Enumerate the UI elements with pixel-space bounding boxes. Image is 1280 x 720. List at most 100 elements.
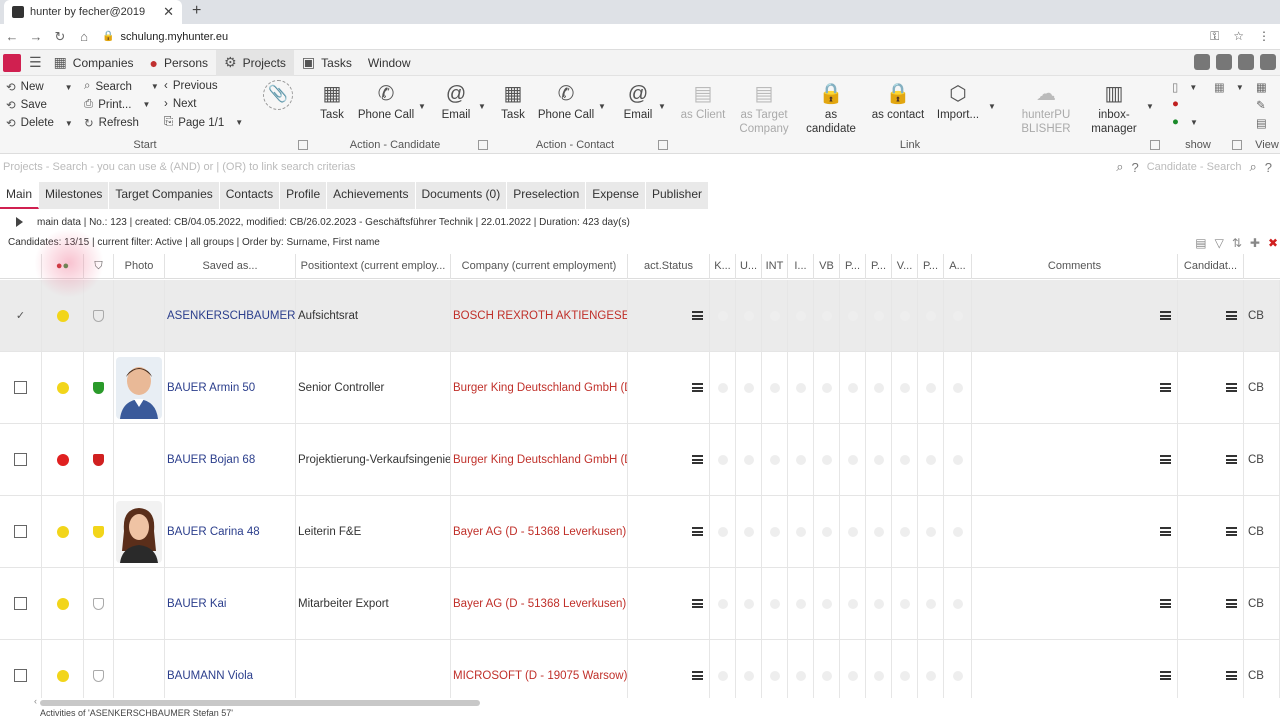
candidate-status-cell[interactable] (1178, 424, 1244, 495)
show-item-2[interactable]: ● (1172, 98, 1179, 110)
tab-publisher[interactable]: Publisher (646, 182, 709, 209)
link-group-expand[interactable] (1150, 140, 1160, 150)
key-icon[interactable]: ⚿ (1210, 29, 1219, 44)
milestone-cell[interactable] (814, 424, 840, 495)
header-k[interactable]: K... (710, 254, 736, 279)
milestone-cell[interactable] (736, 568, 762, 639)
candidate-name[interactable]: ASENKERSCHBAUMER Ste (165, 280, 296, 351)
candidate-phone-dropdown[interactable]: ▼ (418, 102, 426, 111)
sort-icon[interactable]: ⇅ (1232, 236, 1242, 250)
menu-projects[interactable]: ⚙ Projects (216, 49, 294, 76)
next-button[interactable]: › Next (164, 98, 197, 110)
menu-lines-icon[interactable] (692, 311, 703, 320)
expand-triangle-icon[interactable] (16, 217, 23, 227)
company-text[interactable]: Burger King Deutschland GmbH (D - (451, 352, 628, 423)
as-contact-button[interactable]: 🔒 as contact (868, 80, 928, 122)
milestone-cell[interactable] (866, 280, 892, 351)
menu-lines-icon[interactable] (1226, 527, 1237, 536)
company-text[interactable]: Bayer AG (D - 51368 Leverkusen) (451, 496, 628, 567)
header-p3[interactable]: P... (918, 254, 944, 279)
candidate-search-input[interactable]: Candidate - Search (1147, 161, 1242, 173)
milestone-cell[interactable] (788, 568, 814, 639)
menu-lines-icon[interactable] (692, 527, 703, 536)
milestone-cell[interactable] (892, 424, 918, 495)
company-text[interactable]: Bayer AG (D - 51368 Leverkusen) (451, 568, 628, 639)
action-contact-expand[interactable] (658, 140, 668, 150)
act-status-cell[interactable] (628, 640, 710, 698)
attach-button[interactable]: 📎 (260, 80, 296, 110)
milestone-cell[interactable] (944, 352, 972, 423)
milestone-cell[interactable] (918, 280, 944, 351)
candidate-name[interactable]: BAUER Kai (165, 568, 296, 639)
previous-button[interactable]: ‹ Previous (164, 80, 218, 92)
comments-cell[interactable] (972, 280, 1178, 351)
tab-main[interactable]: Main (0, 182, 40, 209)
milestone-cell[interactable] (762, 640, 788, 698)
row-checkbox[interactable] (14, 597, 27, 610)
add-icon[interactable]: ✚ (1250, 236, 1260, 250)
horizontal-scrollbar[interactable]: ‹ (0, 696, 1280, 708)
home-icon[interactable]: ⌂ (72, 29, 96, 44)
milestone-cell[interactable] (736, 640, 762, 698)
milestone-cell[interactable] (840, 424, 866, 495)
comments-cell[interactable] (972, 640, 1178, 698)
act-status-cell[interactable] (628, 496, 710, 567)
menu-lines-icon[interactable] (1160, 383, 1171, 392)
company-text[interactable]: BOSCH REXROTH AKTIENGESELLSCH (451, 280, 628, 351)
settings-icon[interactable] (1238, 54, 1254, 70)
start-group-expand[interactable] (298, 140, 308, 150)
select-cell[interactable] (0, 496, 42, 567)
scroll-thumb[interactable] (40, 700, 480, 706)
header-shield[interactable]: ⛉ (84, 254, 114, 279)
as-client-button[interactable]: ▤ as Client (678, 80, 728, 122)
milestone-cell[interactable] (814, 568, 840, 639)
tab-milestones[interactable]: Milestones (39, 182, 110, 209)
act-status-cell[interactable] (628, 424, 710, 495)
milestone-cell[interactable] (840, 280, 866, 351)
comments-cell[interactable] (972, 568, 1178, 639)
milestone-cell[interactable] (762, 424, 788, 495)
header-i[interactable]: I... (788, 254, 814, 279)
select-cell[interactable] (0, 352, 42, 423)
milestone-cell[interactable] (866, 496, 892, 567)
contact-email-dropdown[interactable]: ▼ (658, 102, 666, 111)
milestone-cell[interactable] (710, 424, 736, 495)
menu-window[interactable]: Window (360, 50, 419, 76)
candidate-status-cell[interactable] (1178, 496, 1244, 567)
milestone-cell[interactable] (788, 640, 814, 698)
header-a[interactable]: A... (944, 254, 972, 279)
row-checkbox[interactable] (14, 381, 27, 394)
show-item-1[interactable]: ▯ ▼ (1172, 80, 1197, 94)
milestone-cell[interactable] (814, 640, 840, 698)
project-search-input[interactable]: Projects - Search - you can use & (AND) … (0, 161, 1116, 173)
header-company[interactable]: Company (current employment) (451, 254, 628, 279)
refresh-button[interactable]: ↻ Refresh (84, 116, 139, 130)
header-position[interactable]: Positiontext (current employ... (296, 254, 451, 279)
comments-cell[interactable] (972, 424, 1178, 495)
milestone-cell[interactable] (814, 496, 840, 567)
menu-lines-icon[interactable] (1160, 527, 1171, 536)
menu-toggle-icon[interactable]: ☰ (29, 54, 42, 71)
menu-persons[interactable]: ● Persons (142, 50, 217, 76)
table-row[interactable]: BAUER Armin 50 Senior Controller Burger Ki… (0, 352, 1280, 424)
milestone-cell[interactable] (866, 352, 892, 423)
milestone-cell[interactable] (866, 568, 892, 639)
menu-lines-icon[interactable] (692, 455, 703, 464)
milestone-cell[interactable] (866, 640, 892, 698)
header-int[interactable]: INT (762, 254, 788, 279)
help-icon[interactable]: ? (1131, 160, 1138, 175)
milestone-cell[interactable] (762, 280, 788, 351)
inbox-dropdown[interactable]: ▼ (1146, 102, 1154, 111)
milestone-cell[interactable] (788, 496, 814, 567)
milestone-cell[interactable] (918, 496, 944, 567)
header-status-dot[interactable]: ●● (42, 254, 84, 279)
help-icon[interactable] (1216, 54, 1232, 70)
milestone-cell[interactable] (892, 568, 918, 639)
milestone-cell[interactable] (710, 280, 736, 351)
candidate-email-dropdown[interactable]: ▼ (478, 102, 486, 111)
header-comments[interactable]: Comments (972, 254, 1178, 279)
candidate-status-cell[interactable] (1178, 568, 1244, 639)
milestone-cell[interactable] (944, 496, 972, 567)
act-status-cell[interactable] (628, 568, 710, 639)
candidate-task-button[interactable]: ▦ Task (316, 80, 348, 122)
